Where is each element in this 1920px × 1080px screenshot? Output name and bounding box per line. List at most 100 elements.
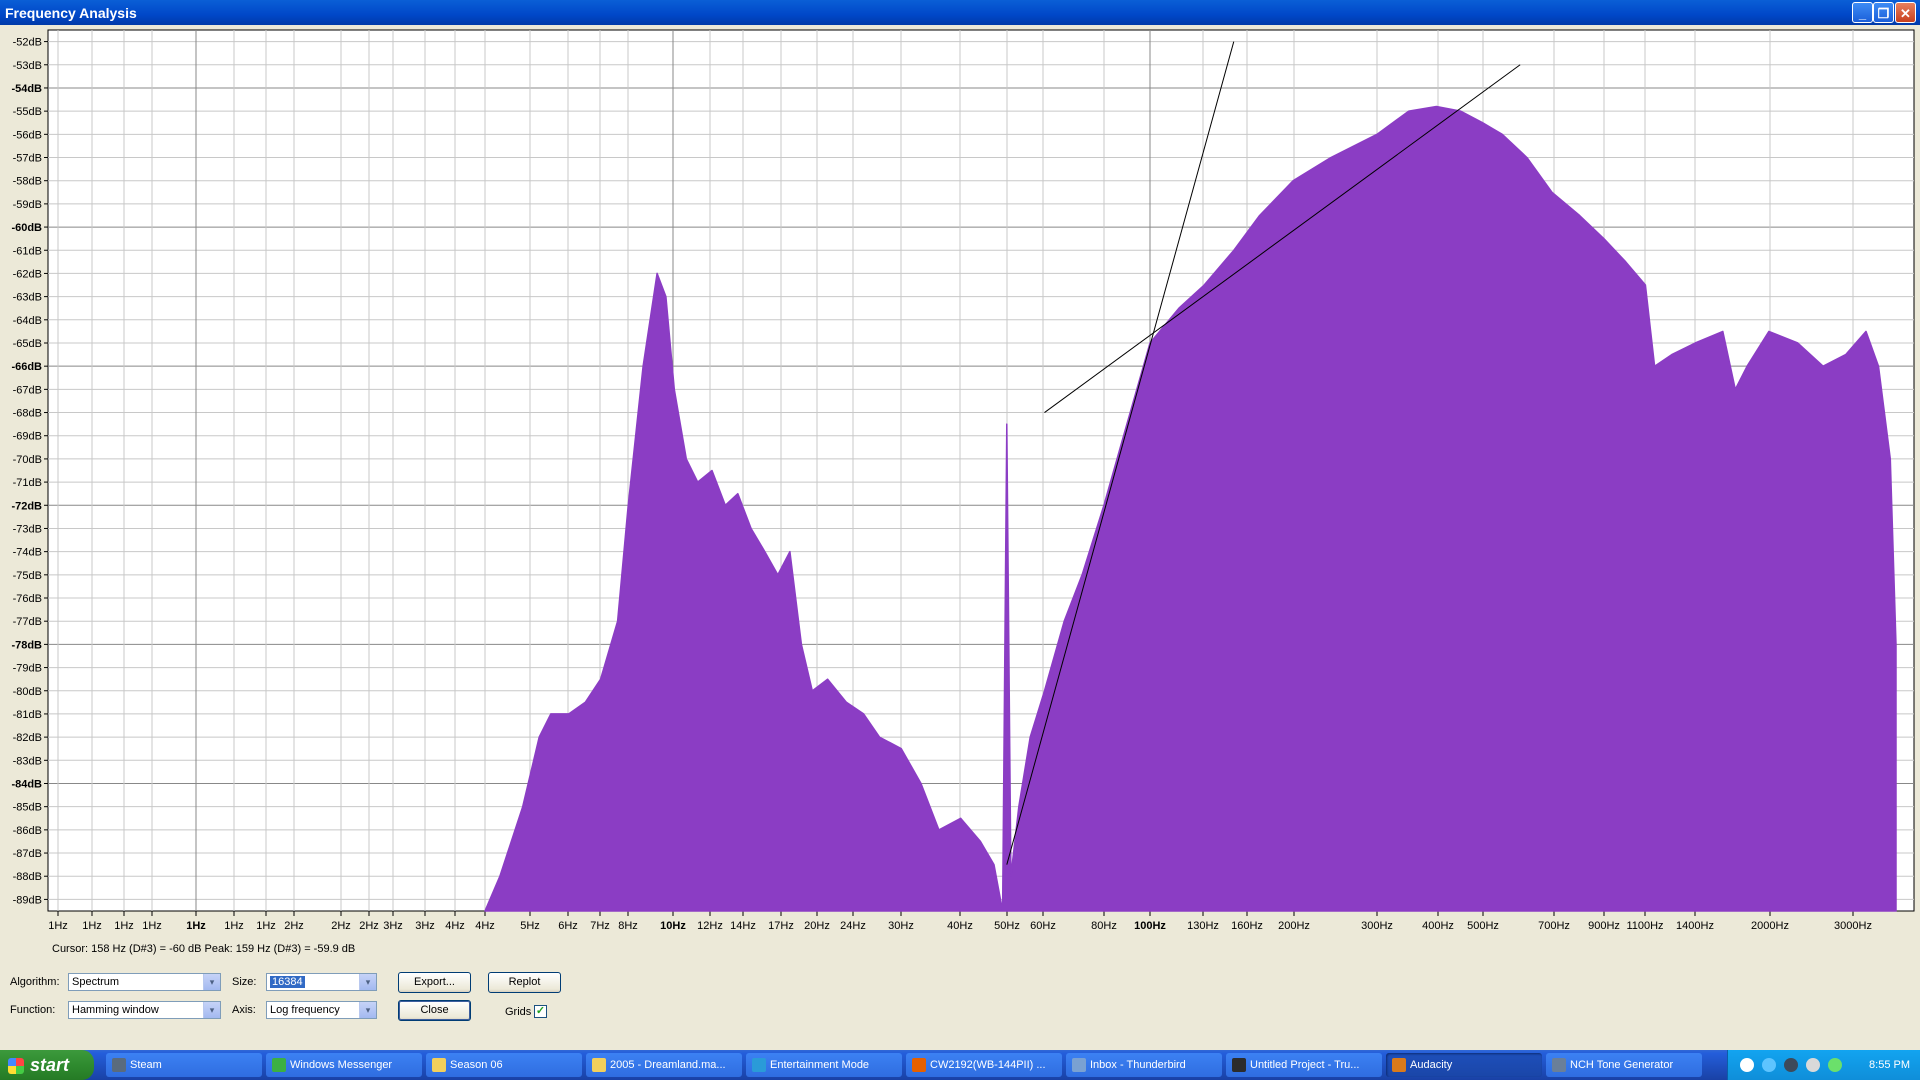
y-tick-label: -71dB	[13, 477, 42, 489]
export-button[interactable]: Export...	[398, 972, 471, 993]
window-title: Frequency Analysis	[5, 5, 137, 21]
x-tick-label: 3Hz	[383, 920, 403, 932]
grids-checkbox[interactable]: ✓	[534, 1005, 547, 1018]
x-tick-label: 50Hz	[994, 920, 1020, 932]
x-tick-label: 20Hz	[804, 920, 830, 932]
y-tick-label: -76dB	[13, 593, 42, 605]
x-tick-label: 1Hz	[186, 920, 206, 932]
size-label: Size:	[232, 976, 257, 988]
steam-tray-icon[interactable]	[1784, 1058, 1798, 1072]
spectrum-chart[interactable]: -52dB -53dB -54dB -55dB -56dB -57dB -58dB -59dB…	[0, 25, 1920, 955]
y-tick-label: -81dB	[13, 709, 42, 721]
taskbar-item[interactable]: 2005 - Dreamland.ma...	[586, 1053, 742, 1077]
x-tick-label: 60Hz	[1030, 920, 1056, 932]
x-tick-label: 400Hz	[1422, 920, 1454, 932]
y-tick-label: -89dB	[13, 894, 42, 906]
size-value: 16384	[270, 976, 305, 988]
folder-icon	[592, 1058, 606, 1072]
x-tick-label: 10Hz	[660, 920, 686, 932]
taskbar-item[interactable]: Inbox - Thunderbird	[1066, 1053, 1222, 1077]
y-tick-label: -74dB	[13, 547, 42, 559]
y-tick-label: -53dB	[13, 60, 42, 72]
y-tick-label: -54dB	[11, 83, 42, 95]
x-tick-label: 14Hz	[730, 920, 756, 932]
taskbar-item[interactable]: Untitled Project - Tru...	[1226, 1053, 1382, 1077]
chevron-down-icon: ▾	[359, 1002, 376, 1018]
x-tick-label: 2Hz	[359, 920, 379, 932]
close-button[interactable]: Close	[398, 1000, 471, 1021]
chevron-down-icon: ▾	[203, 1002, 220, 1018]
audacity-icon	[1392, 1058, 1406, 1072]
x-tick-label: 1Hz	[82, 920, 102, 932]
y-tick-label: -70dB	[13, 454, 42, 466]
audio-app-icon	[1232, 1058, 1246, 1072]
algorithm-value: Spectrum	[72, 976, 120, 988]
y-tick-label: -78dB	[11, 639, 42, 651]
x-tick-label: 500Hz	[1467, 920, 1499, 932]
plot-area: -52dB -53dB -54dB -55dB -56dB -57dB -58dB -59dB…	[0, 25, 1920, 1041]
y-tick-label: -88dB	[13, 871, 42, 883]
restore-button[interactable]: ❐	[1873, 2, 1894, 23]
x-tick-label: 200Hz	[1278, 920, 1310, 932]
x-tick-label: 17Hz	[768, 920, 794, 932]
taskbar-item[interactable]: Steam	[106, 1053, 262, 1077]
firefox-icon	[912, 1058, 926, 1072]
close-window-button[interactable]: ✕	[1895, 2, 1916, 23]
app-icon	[752, 1058, 766, 1072]
algorithm-select[interactable]: Spectrum ▾	[68, 973, 221, 991]
start-button[interactable]: start	[0, 1050, 94, 1080]
size-select[interactable]: 16384 ▾	[266, 973, 377, 991]
axis-label: Axis:	[232, 1004, 256, 1016]
y-tick-label: -61dB	[13, 245, 42, 257]
x-tick-label: 40Hz	[947, 920, 973, 932]
y-tick-label: -59dB	[13, 199, 42, 211]
y-tick-label: -84dB	[11, 778, 42, 790]
x-tick-label: 80Hz	[1091, 920, 1117, 932]
axis-select[interactable]: Log frequency ▾	[266, 1001, 377, 1019]
y-tick-label: -83dB	[13, 755, 42, 767]
volume-icon[interactable]	[1806, 1058, 1820, 1072]
x-tick-label: 1Hz	[142, 920, 162, 932]
messenger-tray-icon[interactable]	[1828, 1058, 1842, 1072]
folder-icon	[432, 1058, 446, 1072]
taskbar-item[interactable]: NCH Tone Generator	[1546, 1053, 1702, 1077]
taskbar-item[interactable]: Entertainment Mode	[746, 1053, 902, 1077]
taskbar-item[interactable]: Season 06	[426, 1053, 582, 1077]
y-tick-label: -85dB	[13, 802, 42, 814]
taskbar-item-label: Untitled Project - Tru...	[1250, 1059, 1360, 1071]
y-tick-label: -82dB	[13, 732, 42, 744]
y-tick-label: -67dB	[13, 384, 42, 396]
x-tick-label: 100Hz	[1134, 920, 1166, 932]
y-tick-label: -60dB	[11, 222, 42, 234]
taskbar-item[interactable]: CW2192(WB-144PII) ...	[906, 1053, 1062, 1077]
x-tick-label: 24Hz	[840, 920, 866, 932]
x-tick-label: 1Hz	[114, 920, 134, 932]
y-tick-label: -86dB	[13, 825, 42, 837]
system-tray: 8:55 PM	[1727, 1050, 1920, 1080]
y-tick-label: -87dB	[13, 848, 42, 860]
x-tick-label: 3Hz	[415, 920, 435, 932]
x-tick-label: 30Hz	[888, 920, 914, 932]
x-tick-label: 7Hz	[590, 920, 610, 932]
function-select[interactable]: Hamming window ▾	[68, 1001, 221, 1019]
minimize-button[interactable]: _	[1852, 2, 1873, 23]
y-tick-label: -62dB	[13, 268, 42, 280]
network-icon[interactable]	[1762, 1058, 1776, 1072]
replot-button[interactable]: Replot	[488, 972, 561, 993]
y-tick-label: -75dB	[13, 570, 42, 582]
taskbar-item[interactable]: Audacity	[1386, 1053, 1542, 1077]
x-tick-label: 1Hz	[48, 920, 68, 932]
x-tick-label: 3000Hz	[1834, 920, 1872, 932]
x-tick-label: 2Hz	[284, 920, 304, 932]
taskbar-item[interactable]: Windows Messenger	[266, 1053, 422, 1077]
algorithm-label: Algorithm:	[10, 976, 60, 988]
help-icon[interactable]	[1740, 1058, 1754, 1072]
function-label: Function:	[10, 1004, 56, 1016]
y-tick-label: -79dB	[13, 663, 42, 675]
y-tick-label: -69dB	[13, 431, 42, 443]
y-tick-label: -72dB	[11, 500, 42, 512]
x-tick-label: 2000Hz	[1751, 920, 1789, 932]
x-tick-label: 12Hz	[697, 920, 723, 932]
thunderbird-icon	[1072, 1058, 1086, 1072]
title-bar: Frequency Analysis _ ❐ ✕	[0, 0, 1920, 25]
